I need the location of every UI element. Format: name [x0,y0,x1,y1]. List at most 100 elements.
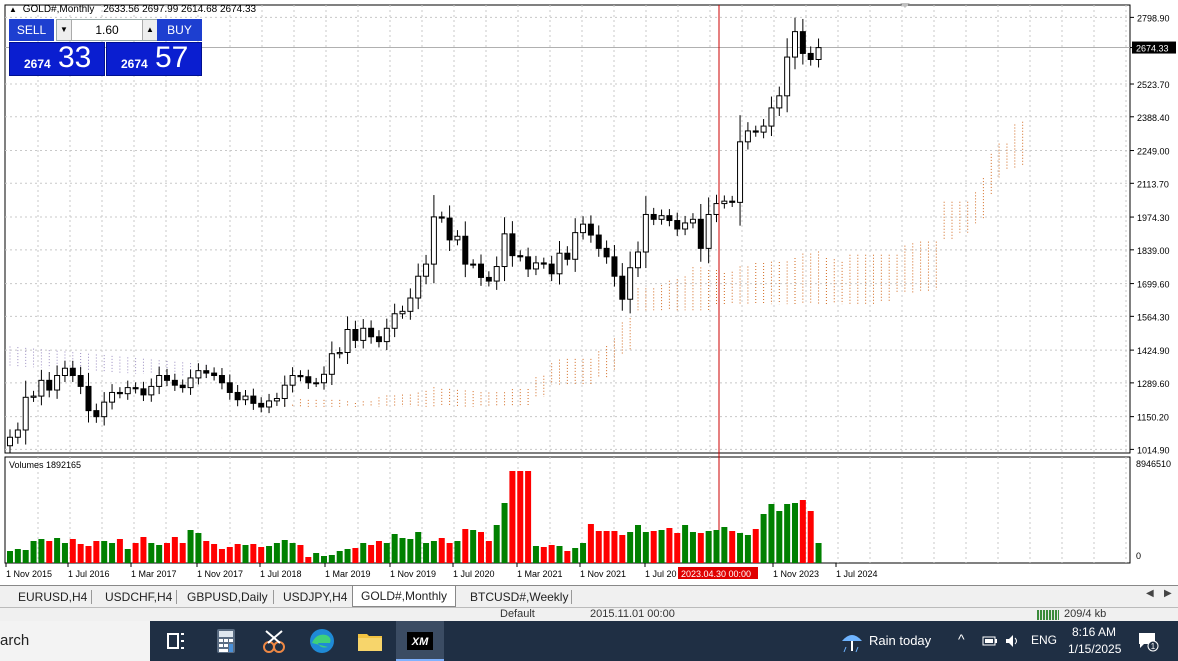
collapse-triangle-icon[interactable]: ▲ [9,5,17,14]
tab-btcusd-weekly[interactable]: BTCUSD#,Weekly [462,588,576,606]
candle-body [501,233,508,268]
tab-eurusd-h4[interactable]: EURUSD,H4 [10,588,95,606]
file-explorer-icon[interactable] [354,625,386,657]
volume-bar [218,549,225,563]
volume-bar [744,535,751,563]
battery-icon[interactable] [982,633,998,649]
candle-body [14,429,21,438]
clock-time[interactable]: 8:16 AM [1072,625,1116,639]
candle-body [258,402,265,408]
candle-body [218,375,225,384]
candle-body [603,247,610,258]
lot-decrease-icon[interactable]: ▼ [57,20,72,40]
candle-body [815,47,822,60]
taskbar-search[interactable]: arch [0,621,150,661]
candle-body [289,375,296,386]
volume-bar [627,532,634,563]
x-axis-tick-label: 1 Nov 2021 [580,569,626,579]
volume-bar [140,537,147,563]
volume-bar [391,534,398,563]
tab-usdjpy-h4[interactable]: USDJPY,H4 [275,588,355,606]
candle-body [22,396,29,431]
buy-price-box[interactable]: 2674 57 [106,41,202,76]
volume-bar [752,529,759,563]
volume-bar [658,530,665,563]
volume-bar [556,546,563,563]
xm-app-taskbar-button[interactable]: XM [396,621,444,661]
candle-body [580,223,587,234]
edge-browser-icon[interactable] [306,625,338,657]
candle-body [250,395,257,404]
buy-button[interactable]: BUY [157,19,202,41]
weather-text[interactable]: Rain today [869,633,931,648]
volume-bar [187,530,194,563]
volume-zero-label: 0 [1136,551,1141,561]
weather-rain-icon[interactable] [836,625,868,657]
volume-bar [525,471,532,563]
candle-body [721,200,728,205]
candle-body [171,379,178,386]
volume-bar [713,530,720,563]
volume-bar [454,541,461,563]
x-axis-tick-label: 1 Nov 2023 [773,569,819,579]
snipping-tool-icon[interactable] [258,625,290,657]
volume-bar [705,531,712,563]
y-axis-tick-label: 1564.30 [1137,312,1170,322]
connection-bars-icon [1037,610,1059,620]
chart-window[interactable]: 2798.90 2674.33 2523.70 2388.40 2249.00 2113.… [0,0,1178,585]
candle-body [399,310,406,315]
volume-bar [760,514,767,563]
volume-bar [61,543,68,563]
buy-price-main: 2674 [121,57,148,71]
show-hidden-icons-chevron-icon[interactable]: ^ [958,631,965,647]
candle-body [109,391,116,403]
volume-bar [650,531,657,563]
volume-bar [258,547,265,563]
notifications-icon[interactable]: 1 [1136,629,1160,653]
price-chart[interactable]: 2798.90 2674.33 2523.70 2388.40 2249.00 2113.… [0,0,1178,585]
volume-icon[interactable] [1004,633,1020,649]
tab-gbpusd-daily[interactable]: GBPUSD,Daily [179,588,276,606]
lot-value[interactable]: 1.60 [71,20,143,40]
tabs-scroll-left-icon[interactable]: ◀ [1146,588,1154,599]
lot-increase-icon[interactable]: ▲ [142,20,157,40]
chart-tabs-bar: EURUSD,H4 USDCHF,H4 GBPUSD,Daily USDJPY,… [0,585,1178,608]
volume-bar [368,545,375,563]
volume-bar [179,543,186,563]
volume-bar [234,544,241,563]
volume-bar [721,527,728,563]
x-axis-tick-label: 1 Nov 2019 [390,569,436,579]
candle-body [195,370,202,379]
candle-body [572,232,579,260]
sell-button[interactable]: SELL [9,19,54,41]
clock-date[interactable]: 1/15/2025 [1068,642,1121,656]
candle-body [674,220,681,230]
candle-body [430,216,437,265]
sell-price-box[interactable]: 2674 33 [9,41,105,76]
tab-gold-monthly[interactable]: GOLD#,Monthly [352,586,457,607]
candle-body [784,56,791,97]
x-axis-tick-label: 1 Jul 2024 [836,569,878,579]
volume-bar [501,503,508,563]
candle-body [697,218,704,249]
volume-bar [619,535,626,563]
candle-body [7,436,13,447]
language-indicator[interactable]: ENG [1031,633,1057,647]
volume-bar [109,543,116,563]
volume-bar [517,471,524,563]
volume-bar [815,543,822,563]
volume-bar [792,503,798,563]
candle-body [352,328,359,341]
symbol-label: GOLD#,Monthly [22,4,95,15]
candle-body [368,327,375,338]
candle-body [532,262,539,270]
sell-price-main: 2674 [24,57,51,71]
lot-size-field[interactable]: ▼ 1.60 ▲ [56,19,158,41]
volume-bar [85,546,92,563]
tabs-scroll-right-icon[interactable]: ▶ [1164,588,1172,599]
task-view-icon[interactable] [160,625,192,657]
volume-bar [375,541,382,563]
calculator-icon[interactable] [210,625,242,657]
tab-usdchf-h4[interactable]: USDCHF,H4 [97,588,180,606]
candle-body [203,370,210,374]
